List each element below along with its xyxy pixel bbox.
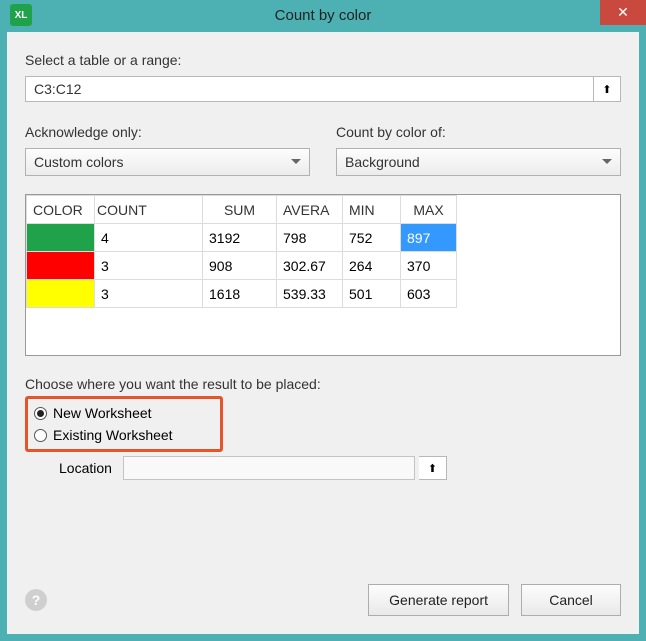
radio-label: New Worksheet bbox=[53, 405, 152, 421]
dialog-title: Count by color bbox=[0, 7, 646, 24]
range-ref-button[interactable]: ⬆ bbox=[593, 76, 621, 102]
ref-icon: ⬆ bbox=[602, 83, 611, 96]
options-row: Acknowledge only: Custom colors Count by… bbox=[25, 124, 621, 176]
location-row: Location ⬆ bbox=[59, 456, 447, 480]
count-by-select[interactable]: Background bbox=[336, 148, 621, 176]
close-icon: ✕ bbox=[617, 4, 629, 21]
help-button[interactable]: ? bbox=[25, 589, 47, 611]
help-icon: ? bbox=[32, 592, 41, 608]
radio-indicator bbox=[34, 429, 47, 442]
table-row[interactable]: 31618539.33501603 bbox=[27, 280, 457, 308]
range-input[interactable] bbox=[25, 76, 593, 102]
max-cell: 897 bbox=[401, 224, 457, 252]
max-cell: 603 bbox=[401, 280, 457, 308]
radio-indicator bbox=[34, 407, 47, 420]
avg-cell: 302.67 bbox=[277, 252, 343, 280]
button-label: Cancel bbox=[549, 592, 593, 608]
select-range-label: Select a table or a range: bbox=[25, 52, 621, 68]
table-row[interactable]: 3908302.67264370 bbox=[27, 252, 457, 280]
count-cell: 4 bbox=[95, 224, 203, 252]
location-input[interactable] bbox=[123, 456, 415, 480]
count-cell: 3 bbox=[95, 280, 203, 308]
ack-only-value: Custom colors bbox=[34, 154, 123, 170]
avg-cell: 539.33 bbox=[277, 280, 343, 308]
col-header-sum[interactable]: SUM bbox=[203, 196, 277, 224]
sum-cell: 908 bbox=[203, 252, 277, 280]
col-header-min[interactable]: MIN bbox=[343, 196, 401, 224]
generate-report-button[interactable]: Generate report bbox=[368, 584, 509, 616]
cancel-button[interactable]: Cancel bbox=[521, 584, 621, 616]
color-swatch-cell bbox=[27, 224, 95, 252]
chevron-down-icon bbox=[602, 157, 612, 167]
col-header-color[interactable]: COLOR bbox=[27, 196, 95, 224]
button-label: Generate report bbox=[389, 592, 488, 608]
col-header-max[interactable]: MAX bbox=[401, 196, 457, 224]
color-swatch-cell bbox=[27, 252, 95, 280]
radio-new-worksheet[interactable]: New Worksheet bbox=[34, 402, 212, 424]
choose-where-label: Choose where you want the result to be p… bbox=[25, 376, 621, 392]
location-ref-button[interactable]: ⬆ bbox=[419, 456, 447, 480]
ack-only-label: Acknowledge only: bbox=[25, 124, 310, 140]
dialog-body: Select a table or a range: ⬆ Acknowledge… bbox=[7, 32, 639, 634]
color-swatch-cell bbox=[27, 280, 95, 308]
radio-highlight-box: New Worksheet Existing Worksheet bbox=[25, 396, 223, 452]
close-button[interactable]: ✕ bbox=[600, 0, 646, 25]
table-row[interactable]: 43192798752897 bbox=[27, 224, 457, 252]
avg-cell: 798 bbox=[277, 224, 343, 252]
sum-cell: 3192 bbox=[203, 224, 277, 252]
col-header-count[interactable]: COUNT bbox=[95, 196, 203, 224]
min-cell: 752 bbox=[343, 224, 401, 252]
location-label: Location bbox=[59, 460, 115, 476]
count-cell: 3 bbox=[95, 252, 203, 280]
result-table-container: COLOR COUNT SUM AVERA MIN MAX 4319279875… bbox=[25, 194, 621, 356]
radio-existing-worksheet[interactable]: Existing Worksheet bbox=[34, 424, 212, 446]
sum-cell: 1618 bbox=[203, 280, 277, 308]
max-cell: 370 bbox=[401, 252, 457, 280]
table-header-row: COLOR COUNT SUM AVERA MIN MAX bbox=[27, 196, 457, 224]
bottom-bar: ? Generate report Cancel bbox=[25, 584, 621, 616]
ack-only-select[interactable]: Custom colors bbox=[25, 148, 310, 176]
min-cell: 501 bbox=[343, 280, 401, 308]
chevron-down-icon bbox=[291, 157, 301, 167]
radio-label: Existing Worksheet bbox=[53, 427, 173, 443]
titlebar: XL Count by color ✕ bbox=[0, 0, 646, 30]
col-header-avg[interactable]: AVERA bbox=[277, 196, 343, 224]
dialog-window: XL Count by color ✕ Select a table or a … bbox=[0, 0, 646, 641]
app-icon: XL bbox=[10, 4, 32, 26]
range-row: ⬆ bbox=[25, 76, 621, 102]
ref-icon: ⬆ bbox=[428, 462, 437, 475]
result-table: COLOR COUNT SUM AVERA MIN MAX 4319279875… bbox=[26, 195, 457, 308]
count-by-label: Count by color of: bbox=[336, 124, 621, 140]
count-by-value: Background bbox=[345, 154, 420, 170]
min-cell: 264 bbox=[343, 252, 401, 280]
